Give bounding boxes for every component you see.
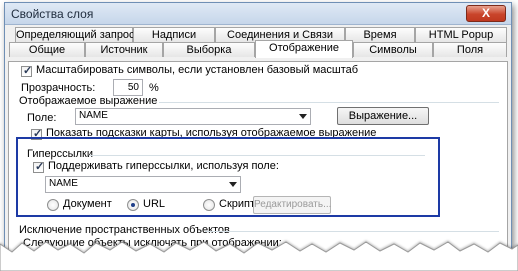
tab-html-popup[interactable]: HTML Popup (415, 27, 507, 42)
transparency-unit: % (149, 82, 159, 94)
torn-edge-decoration (0, 241, 518, 271)
transparency-input[interactable]: 50 (113, 79, 143, 96)
edit-script-button[interactable]: Редактировать... (253, 196, 331, 214)
title-bar: Свойства слоя X (5, 3, 511, 25)
group-divider (89, 155, 425, 156)
window-title: Свойства слоя (11, 7, 94, 21)
tab-time[interactable]: Время (345, 27, 415, 42)
tab-selection[interactable]: Выборка (163, 42, 255, 57)
radio-document-label: Документ (63, 198, 112, 210)
tab-labels[interactable]: Надписи (133, 27, 215, 42)
radio-url-label: URL (143, 198, 166, 210)
display-tab-panel: ✓ Масштабировать символы, если установле… (8, 61, 508, 259)
hyperlinks-group-label: Гиперссылки (27, 148, 93, 160)
display-field-select[interactable]: NAME (75, 108, 311, 125)
check-mark-icon: ✓ (33, 128, 43, 140)
tab-definition-query[interactable]: Определяющий запрос (15, 27, 135, 42)
map-tips-label: Показать подсказки карты, используя отоб… (46, 127, 377, 139)
tab-display[interactable]: Отображение (255, 40, 353, 58)
support-hyperlinks-checkbox[interactable]: ✓ (33, 161, 45, 173)
hyperlink-field-value: NAME (49, 178, 78, 189)
expression-button[interactable]: Выражение... (337, 107, 429, 125)
tab-fields[interactable]: Поля (433, 42, 507, 57)
check-mark-icon: ✓ (35, 161, 45, 173)
close-button[interactable]: X (466, 5, 506, 22)
tab-general[interactable]: Общие (9, 42, 85, 57)
radio-document[interactable] (47, 199, 59, 211)
display-field-value: NAME (79, 110, 108, 121)
group-divider (159, 102, 499, 103)
map-tips-checkbox[interactable]: ✓ (31, 128, 43, 140)
scale-symbols-checkbox[interactable]: ✓ (21, 65, 33, 77)
field-label: Поле: (27, 112, 57, 124)
exclusion-group-label: Исключение пространственных объектов (19, 224, 230, 236)
support-hyperlinks-label: Поддерживать гиперссылки, используя поле… (48, 160, 279, 172)
radio-url[interactable] (127, 199, 139, 211)
radio-selected-dot (131, 203, 135, 207)
radio-script[interactable] (203, 199, 215, 211)
display-expression-group-label: Отображаемое выражение (19, 95, 158, 107)
tab-source[interactable]: Источник (85, 42, 163, 57)
transparency-label: Прозрачность: (21, 82, 96, 94)
chevron-down-icon (299, 114, 307, 119)
chevron-down-icon (229, 182, 237, 187)
group-divider (205, 231, 499, 232)
radio-script-label: Скрипт (219, 198, 256, 210)
scale-symbols-label: Масштабировать символы, если установлен … (36, 64, 359, 76)
tab-symbology[interactable]: Символы (353, 42, 433, 57)
hyperlink-field-select[interactable]: NAME (45, 176, 241, 193)
check-mark-icon: ✓ (23, 65, 33, 77)
layer-properties-dialog: Свойства слоя X Определяющий запрос Надп… (4, 2, 512, 260)
